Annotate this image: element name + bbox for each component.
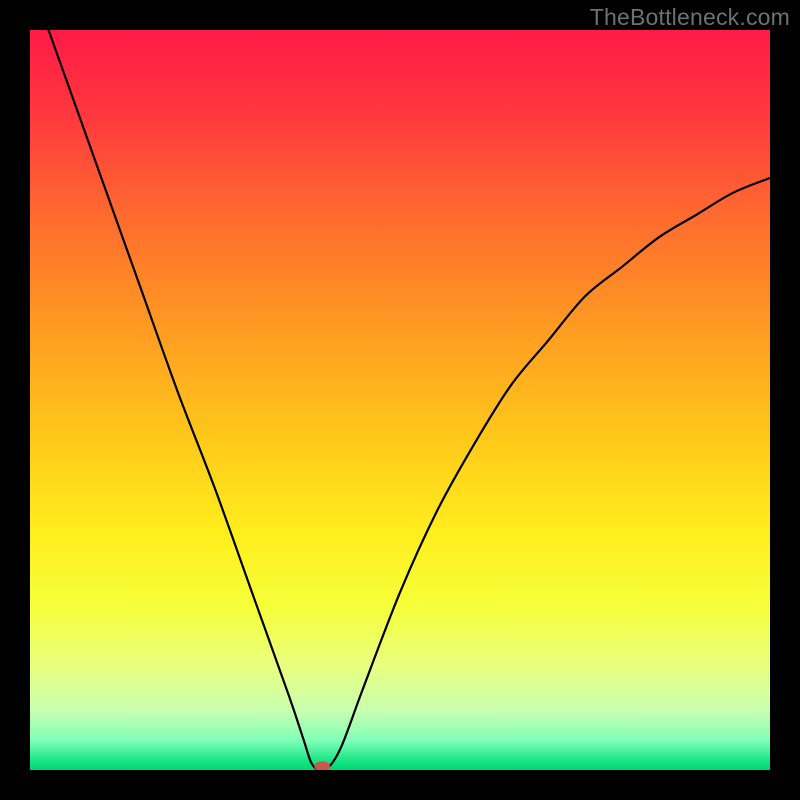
chart-frame: TheBottleneck.com xyxy=(0,0,800,800)
gradient-background xyxy=(30,30,770,770)
chart-svg xyxy=(30,30,770,770)
plot-area xyxy=(30,30,770,770)
watermark-text: TheBottleneck.com xyxy=(590,4,790,31)
